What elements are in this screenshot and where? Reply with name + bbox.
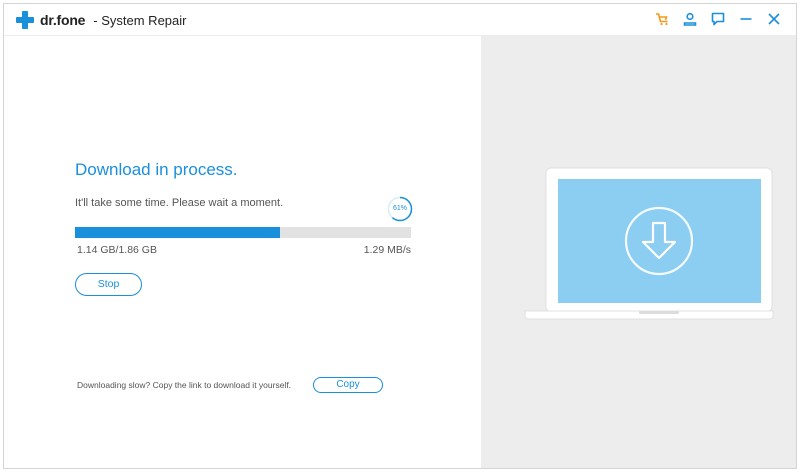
download-heading: Download in process. bbox=[75, 160, 238, 179]
progress-bar-fill bbox=[75, 227, 280, 238]
download-panel: Download in process. It'll take some tim… bbox=[4, 36, 481, 468]
download-speed: 1.29 MB/s bbox=[363, 244, 411, 256]
copy-link-button[interactable]: Copy bbox=[313, 377, 383, 393]
drfone-logo-icon bbox=[16, 11, 34, 29]
stop-button[interactable]: Stop bbox=[75, 273, 142, 296]
brand: dr.fone - System Repair bbox=[16, 10, 186, 30]
slow-download-hint: Downloading slow? Copy the link to downl… bbox=[77, 380, 292, 390]
feedback-icon[interactable] bbox=[710, 11, 726, 27]
title-bar: dr.fone - System Repair bbox=[4, 4, 796, 36]
wait-message: It'll take some time. Please wait a mome… bbox=[75, 197, 284, 209]
user-icon[interactable] bbox=[682, 11, 698, 27]
brand-name: dr.fone bbox=[40, 12, 86, 28]
window-controls bbox=[654, 11, 782, 27]
progress-percent-ring: 61% bbox=[387, 196, 413, 222]
downloaded-size: 1.14 GB/1.86 GB bbox=[77, 244, 157, 256]
progress-bar bbox=[75, 227, 411, 238]
window-title: - System Repair bbox=[93, 12, 187, 28]
minimize-icon[interactable] bbox=[738, 11, 754, 27]
illustration-panel bbox=[481, 36, 796, 468]
cart-icon[interactable] bbox=[654, 11, 670, 27]
laptop-illustration bbox=[524, 167, 774, 320]
app-window: dr.fone - System Repair Download in proc… bbox=[3, 3, 797, 469]
progress-percent: 61% bbox=[392, 205, 407, 212]
close-icon[interactable] bbox=[766, 11, 782, 27]
